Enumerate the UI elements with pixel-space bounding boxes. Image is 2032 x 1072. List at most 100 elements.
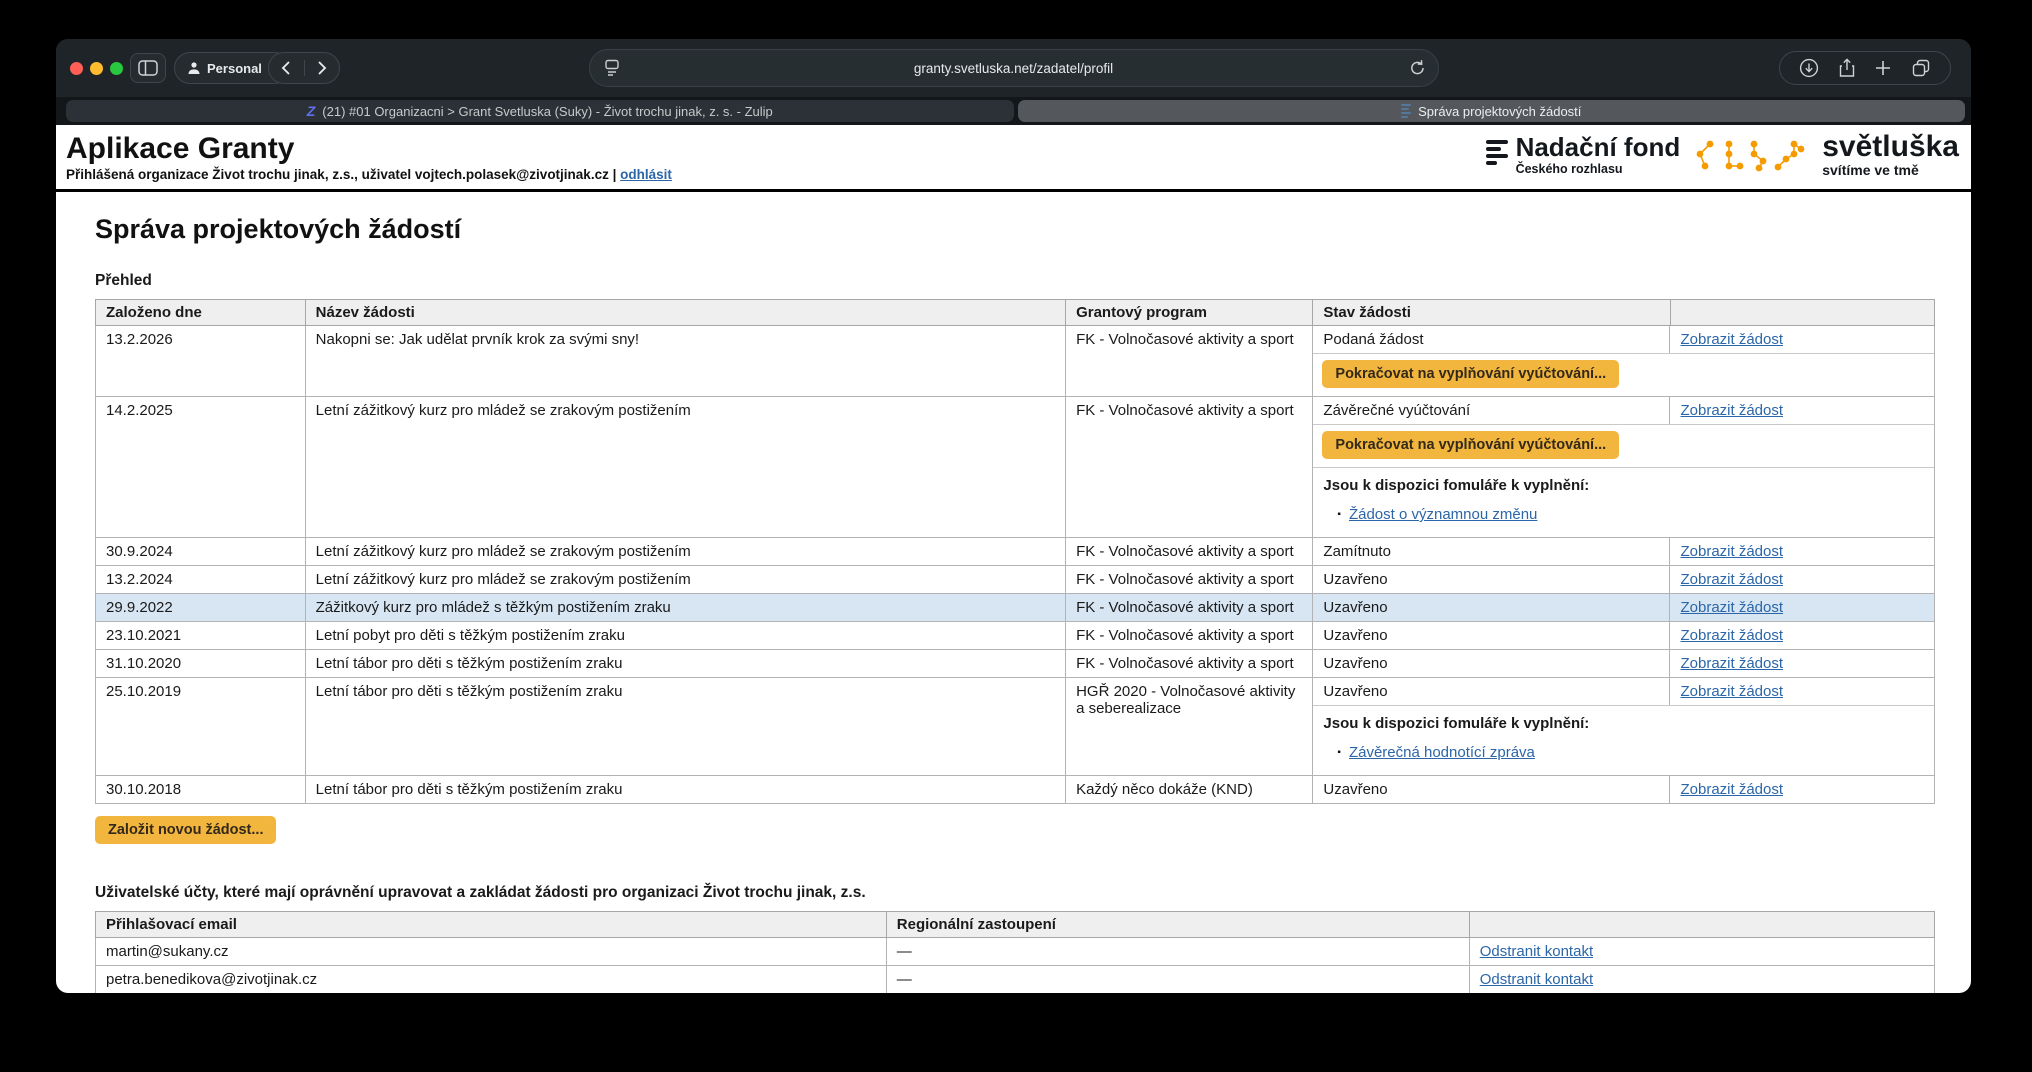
reload-icon[interactable] [1409, 59, 1426, 77]
col-login-email: Přihlašovací email [96, 912, 887, 938]
col-application-name: Název žádosti [305, 300, 1065, 326]
app-program: FK - Volnočasové aktivity a sport [1066, 538, 1313, 566]
tab-zulip[interactable]: Z (21) #01 Organizacni > Grant Svetluska… [66, 100, 1014, 122]
nadacni-fond-bars-icon [1486, 140, 1508, 165]
app-name: Letní zážitkový kurz pro mládež se zrako… [305, 397, 1065, 538]
app-status: Uzavřeno [1313, 566, 1670, 593]
app-name: Letní tábor pro děti s těžkým postižením… [305, 776, 1065, 804]
history-nav [268, 52, 340, 84]
app-status: Podaná žádost [1313, 326, 1670, 353]
app-status-cell: UzavřenoZobrazit žádost [1313, 622, 1935, 650]
app-name: Letní tábor pro děti s těžkým postižením… [305, 678, 1065, 776]
login-info-text: Přihlášená organizace Život trochu jinak… [66, 167, 616, 182]
app-status-cell: Uzavřeno Zobrazit žádost [1313, 594, 1935, 622]
user-row: martin@sukany.cz—Odstranit kontakt [96, 938, 1935, 966]
form-link[interactable]: Závěrečná hodnotící zpráva [1349, 744, 1535, 761]
view-application-link[interactable]: Zobrazit žádost [1680, 683, 1783, 700]
application-row: 31.10.2020Letní tábor pro děti s těžkým … [96, 650, 1935, 678]
application-row: 13.2.2024Letní zážitkový kurz pro mládež… [96, 566, 1935, 594]
continue-settlement-button[interactable]: Pokračovat na vyplňování vyúčtování... [1322, 431, 1619, 459]
applications-tbody: 13.2.2026Nakopni se: Jak udělat prvník k… [96, 326, 1935, 804]
bullet-icon: ▪ [1337, 509, 1341, 520]
app-status-cell: ZamítnutoZobrazit žádost [1313, 538, 1935, 566]
app-status: Uzavřeno [1313, 650, 1670, 677]
forms-available-label: Jsou k dispozici fomuláře k vyplnění: [1323, 715, 1924, 732]
app-status-cell: Uzavřeno Zobrazit žádost Jsou k dispozici … [1313, 678, 1935, 776]
continue-settlement-button[interactable]: Pokračovat na vyplňování vyúčtování... [1322, 360, 1619, 388]
app-status-cell: UzavřenoZobrazit žádost [1313, 776, 1935, 804]
new-tab-button[interactable] [1874, 59, 1892, 77]
remove-contact-link[interactable]: Odstranit kontakt [1480, 943, 1593, 960]
view-application-link[interactable]: Zobrazit žádost [1680, 655, 1783, 672]
app-date: 14.2.2025 [96, 397, 306, 538]
page-title: Správa projektových žádostí [95, 214, 1935, 245]
app-status: Uzavřeno [1313, 678, 1670, 705]
nf-line1: Nadační fond [1516, 134, 1681, 160]
view-application-link[interactable]: Zobrazit žádost [1680, 402, 1783, 419]
col-grant-program: Grantový program [1066, 300, 1313, 326]
app-status: Závěrečné vyúčtování [1313, 397, 1670, 424]
app-date: 31.10.2020 [96, 650, 306, 678]
col-regional-office: Regionální zastoupení [886, 912, 1469, 938]
downloads-button[interactable] [1799, 58, 1819, 78]
svetluska-line1: světluška [1822, 133, 1959, 162]
share-button[interactable] [1838, 58, 1856, 78]
address-bar[interactable]: granty.svetluska.net/zadatel/profil [589, 49, 1439, 87]
applications-table: Založeno dne Název žádosti Grantový prog… [95, 299, 1935, 804]
app-status: Uzavřeno [1313, 594, 1670, 621]
overview-label: Přehled [95, 272, 1935, 290]
app-program: FK - Volnočasové aktivity a sport [1066, 566, 1313, 594]
form-item: ▪ Závěrečná hodnotící zpráva [1337, 744, 1924, 761]
forms-available-label: Jsou k dispozici fomuláře k vyplnění: [1323, 477, 1924, 494]
close-window-button[interactable] [70, 62, 83, 75]
sidebar-toggle-button[interactable] [130, 53, 166, 83]
view-application-link[interactable]: Zobrazit žádost [1680, 571, 1783, 588]
user-email: petra.benedikova@zivotjinak.cz [96, 966, 887, 994]
tab-granty-active[interactable]: Správa projektových žádostí [1018, 100, 1966, 122]
view-application-link[interactable]: Zobrazit žádost [1680, 627, 1783, 644]
app-program: FK - Volnočasové aktivity a sport [1066, 650, 1313, 678]
logout-link[interactable]: odhlásit [620, 167, 672, 182]
zoom-window-button[interactable] [110, 62, 123, 75]
application-row: 30.10.2018Letní tábor pro děti s těžkým … [96, 776, 1935, 804]
view-application-link[interactable]: Zobrazit žádost [1680, 543, 1783, 560]
app-name: Nakopni se: Jak udělat prvník krok za sv… [305, 326, 1065, 397]
application-row: 25.10.2019Letní tábor pro děti s těžkým … [96, 678, 1935, 776]
app-program: HGŘ 2020 - Volnočasové aktivity a sebere… [1066, 678, 1313, 776]
view-application-link[interactable]: Zobrazit žádost [1680, 599, 1783, 616]
page-content: Aplikace Granty Přihlášená organizace Ži… [56, 125, 1971, 993]
view-application-link[interactable]: Zobrazit žádost [1680, 781, 1783, 798]
page-settings-icon[interactable] [604, 59, 620, 77]
nadacni-fond-logo: Nadační fond Českého rozhlasu [1486, 134, 1681, 176]
bullet-icon: ▪ [1337, 747, 1341, 758]
back-button[interactable] [269, 53, 304, 83]
tab-title: Správa projektových žádostí [1418, 104, 1581, 119]
user-email: martin@sukany.cz [96, 938, 887, 966]
view-application-link[interactable]: Zobrazit žádost [1680, 331, 1783, 348]
app-name: Letní zážitkový kurz pro mládež se zrako… [305, 538, 1065, 566]
users-heading: Uživatelské účty, které mají oprávnění u… [95, 884, 1935, 902]
app-name: Letní pobyt pro děti s těžkým postižením… [305, 622, 1065, 650]
user-actions-cell: Odstranit kontakt [1469, 966, 1934, 994]
remove-contact-link[interactable]: Odstranit kontakt [1480, 971, 1593, 988]
users-table: Přihlašovací email Regionální zastoupení… [95, 911, 1935, 993]
tab-title: (21) #01 Organizacni > Grant Svetluska (… [322, 104, 772, 119]
col-user-actions [1469, 912, 1934, 938]
app-program: FK - Volnočasové aktivity a sport [1066, 622, 1313, 650]
sidebar-icon [138, 60, 158, 76]
app-name: Zážitkový kurz pro mládež s těžkým posti… [305, 594, 1065, 622]
app-date: 23.10.2021 [96, 622, 306, 650]
granty-favicon-icon [1401, 104, 1411, 118]
profile-label: Personal [207, 61, 262, 76]
forward-button[interactable] [304, 53, 339, 83]
tab-overview-button[interactable] [1911, 58, 1931, 78]
app-date: 13.2.2026 [96, 326, 306, 397]
browser-toolbar: Personal gran [56, 39, 1971, 97]
app-date: 13.2.2024 [96, 566, 306, 594]
form-link[interactable]: Žádost o významnou změnu [1349, 506, 1537, 523]
minimize-window-button[interactable] [90, 62, 103, 75]
svetluska-logo: světluška svítíme ve tmě [1822, 133, 1959, 178]
users-tbody: martin@sukany.cz—Odstranit kontaktpetra.… [96, 938, 1935, 994]
app-program: FK - Volnočasové aktivity a sport [1066, 397, 1313, 538]
new-application-button[interactable]: Založit novou žádost... [95, 816, 276, 844]
